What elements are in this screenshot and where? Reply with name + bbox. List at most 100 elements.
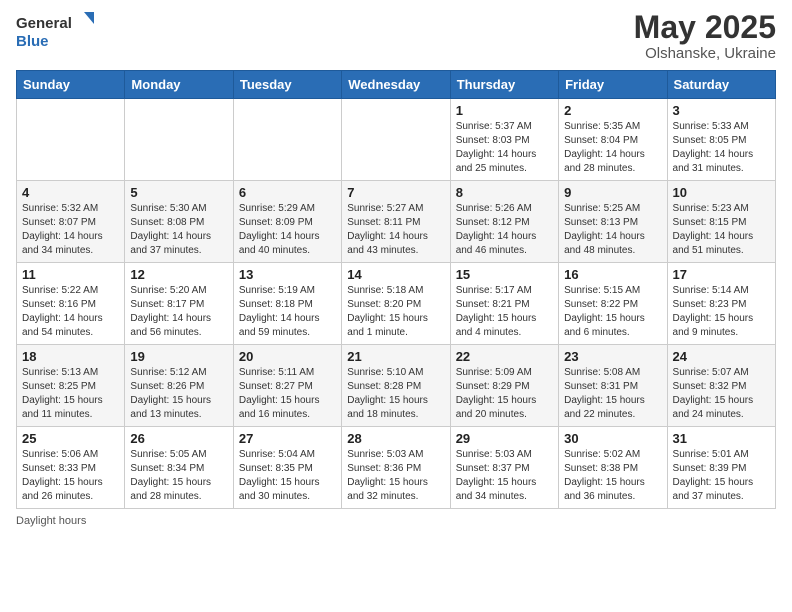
table-row: 4 Sunrise: 5:32 AMSunset: 8:07 PMDayligh…	[17, 181, 125, 263]
subtitle: Olshanske, Ukraine	[634, 45, 776, 62]
day-info: Sunrise: 5:37 AMSunset: 8:03 PMDaylight:…	[456, 121, 537, 174]
day-number: 30	[564, 431, 661, 446]
calendar-week-row: 25 Sunrise: 5:06 AMSunset: 8:33 PMDaylig…	[17, 427, 776, 509]
table-row: 18 Sunrise: 5:13 AMSunset: 8:25 PMDaylig…	[17, 345, 125, 427]
col-wednesday: Wednesday	[342, 71, 450, 99]
day-number: 5	[130, 185, 227, 200]
table-row: 6 Sunrise: 5:29 AMSunset: 8:09 PMDayligh…	[233, 181, 341, 263]
day-info: Sunrise: 5:20 AMSunset: 8:17 PMDaylight:…	[130, 285, 211, 338]
table-row: 19 Sunrise: 5:12 AMSunset: 8:26 PMDaylig…	[125, 345, 233, 427]
table-row: 29 Sunrise: 5:03 AMSunset: 8:37 PMDaylig…	[450, 427, 558, 509]
day-info: Sunrise: 5:09 AMSunset: 8:29 PMDaylight:…	[456, 367, 537, 420]
table-row: 2 Sunrise: 5:35 AMSunset: 8:04 PMDayligh…	[559, 99, 667, 181]
day-number: 12	[130, 267, 227, 282]
table-row: 12 Sunrise: 5:20 AMSunset: 8:17 PMDaylig…	[125, 263, 233, 345]
col-monday: Monday	[125, 71, 233, 99]
day-number: 9	[564, 185, 661, 200]
table-row	[125, 99, 233, 181]
day-info: Sunrise: 5:35 AMSunset: 8:04 PMDaylight:…	[564, 121, 645, 174]
table-row: 3 Sunrise: 5:33 AMSunset: 8:05 PMDayligh…	[667, 99, 775, 181]
table-row	[233, 99, 341, 181]
day-number: 21	[347, 349, 444, 364]
day-info: Sunrise: 5:30 AMSunset: 8:08 PMDaylight:…	[130, 203, 211, 256]
day-info: Sunrise: 5:32 AMSunset: 8:07 PMDaylight:…	[22, 203, 103, 256]
table-row: 1 Sunrise: 5:37 AMSunset: 8:03 PMDayligh…	[450, 99, 558, 181]
table-row: 8 Sunrise: 5:26 AMSunset: 8:12 PMDayligh…	[450, 181, 558, 263]
day-number: 13	[239, 267, 336, 282]
calendar-header-row: Sunday Monday Tuesday Wednesday Thursday…	[17, 71, 776, 99]
day-number: 11	[22, 267, 119, 282]
calendar-week-row: 11 Sunrise: 5:22 AMSunset: 8:16 PMDaylig…	[17, 263, 776, 345]
day-number: 17	[673, 267, 770, 282]
day-info: Sunrise: 5:23 AMSunset: 8:15 PMDaylight:…	[673, 203, 754, 256]
day-info: Sunrise: 5:04 AMSunset: 8:35 PMDaylight:…	[239, 449, 320, 502]
day-info: Sunrise: 5:01 AMSunset: 8:39 PMDaylight:…	[673, 449, 754, 502]
table-row: 31 Sunrise: 5:01 AMSunset: 8:39 PMDaylig…	[667, 427, 775, 509]
day-info: Sunrise: 5:03 AMSunset: 8:36 PMDaylight:…	[347, 449, 428, 502]
page: General Blue May 2025 Olshanske, Ukraine…	[0, 0, 792, 612]
calendar-week-row: 18 Sunrise: 5:13 AMSunset: 8:25 PMDaylig…	[17, 345, 776, 427]
table-row: 9 Sunrise: 5:25 AMSunset: 8:13 PMDayligh…	[559, 181, 667, 263]
day-info: Sunrise: 5:07 AMSunset: 8:32 PMDaylight:…	[673, 367, 754, 420]
day-number: 20	[239, 349, 336, 364]
day-info: Sunrise: 5:02 AMSunset: 8:38 PMDaylight:…	[564, 449, 645, 502]
table-row: 27 Sunrise: 5:04 AMSunset: 8:35 PMDaylig…	[233, 427, 341, 509]
day-number: 6	[239, 185, 336, 200]
table-row: 10 Sunrise: 5:23 AMSunset: 8:15 PMDaylig…	[667, 181, 775, 263]
day-info: Sunrise: 5:18 AMSunset: 8:20 PMDaylight:…	[347, 285, 428, 338]
table-row: 28 Sunrise: 5:03 AMSunset: 8:36 PMDaylig…	[342, 427, 450, 509]
table-row: 5 Sunrise: 5:30 AMSunset: 8:08 PMDayligh…	[125, 181, 233, 263]
table-row: 7 Sunrise: 5:27 AMSunset: 8:11 PMDayligh…	[342, 181, 450, 263]
day-info: Sunrise: 5:26 AMSunset: 8:12 PMDaylight:…	[456, 203, 537, 256]
day-number: 22	[456, 349, 553, 364]
table-row: 11 Sunrise: 5:22 AMSunset: 8:16 PMDaylig…	[17, 263, 125, 345]
calendar-week-row: 4 Sunrise: 5:32 AMSunset: 8:07 PMDayligh…	[17, 181, 776, 263]
col-tuesday: Tuesday	[233, 71, 341, 99]
day-number: 10	[673, 185, 770, 200]
day-number: 3	[673, 103, 770, 118]
day-number: 25	[22, 431, 119, 446]
table-row: 15 Sunrise: 5:17 AMSunset: 8:21 PMDaylig…	[450, 263, 558, 345]
table-row: 20 Sunrise: 5:11 AMSunset: 8:27 PMDaylig…	[233, 345, 341, 427]
day-info: Sunrise: 5:19 AMSunset: 8:18 PMDaylight:…	[239, 285, 320, 338]
day-number: 27	[239, 431, 336, 446]
table-row: 24 Sunrise: 5:07 AMSunset: 8:32 PMDaylig…	[667, 345, 775, 427]
day-number: 7	[347, 185, 444, 200]
table-row: 16 Sunrise: 5:15 AMSunset: 8:22 PMDaylig…	[559, 263, 667, 345]
day-info: Sunrise: 5:15 AMSunset: 8:22 PMDaylight:…	[564, 285, 645, 338]
table-row: 17 Sunrise: 5:14 AMSunset: 8:23 PMDaylig…	[667, 263, 775, 345]
day-number: 19	[130, 349, 227, 364]
day-info: Sunrise: 5:11 AMSunset: 8:27 PMDaylight:…	[239, 367, 320, 420]
table-row: 30 Sunrise: 5:02 AMSunset: 8:38 PMDaylig…	[559, 427, 667, 509]
day-number: 26	[130, 431, 227, 446]
footer-note: Daylight hours	[16, 515, 776, 527]
table-row: 23 Sunrise: 5:08 AMSunset: 8:31 PMDaylig…	[559, 345, 667, 427]
col-sunday: Sunday	[17, 71, 125, 99]
svg-text:General: General	[16, 15, 72, 32]
table-row: 13 Sunrise: 5:19 AMSunset: 8:18 PMDaylig…	[233, 263, 341, 345]
day-number: 14	[347, 267, 444, 282]
day-number: 23	[564, 349, 661, 364]
day-info: Sunrise: 5:06 AMSunset: 8:33 PMDaylight:…	[22, 449, 103, 502]
day-info: Sunrise: 5:08 AMSunset: 8:31 PMDaylight:…	[564, 367, 645, 420]
day-number: 28	[347, 431, 444, 446]
main-title: May 2025	[634, 10, 776, 45]
day-number: 4	[22, 185, 119, 200]
day-number: 2	[564, 103, 661, 118]
day-number: 18	[22, 349, 119, 364]
day-info: Sunrise: 5:25 AMSunset: 8:13 PMDaylight:…	[564, 203, 645, 256]
day-number: 16	[564, 267, 661, 282]
header: General Blue May 2025 Olshanske, Ukraine	[16, 10, 776, 62]
col-saturday: Saturday	[667, 71, 775, 99]
day-number: 29	[456, 431, 553, 446]
table-row: 25 Sunrise: 5:06 AMSunset: 8:33 PMDaylig…	[17, 427, 125, 509]
calendar-table: Sunday Monday Tuesday Wednesday Thursday…	[16, 70, 776, 509]
table-row: 14 Sunrise: 5:18 AMSunset: 8:20 PMDaylig…	[342, 263, 450, 345]
title-block: May 2025 Olshanske, Ukraine	[634, 10, 776, 62]
day-number: 24	[673, 349, 770, 364]
table-row	[17, 99, 125, 181]
table-row: 21 Sunrise: 5:10 AMSunset: 8:28 PMDaylig…	[342, 345, 450, 427]
day-info: Sunrise: 5:33 AMSunset: 8:05 PMDaylight:…	[673, 121, 754, 174]
table-row: 22 Sunrise: 5:09 AMSunset: 8:29 PMDaylig…	[450, 345, 558, 427]
day-info: Sunrise: 5:14 AMSunset: 8:23 PMDaylight:…	[673, 285, 754, 338]
